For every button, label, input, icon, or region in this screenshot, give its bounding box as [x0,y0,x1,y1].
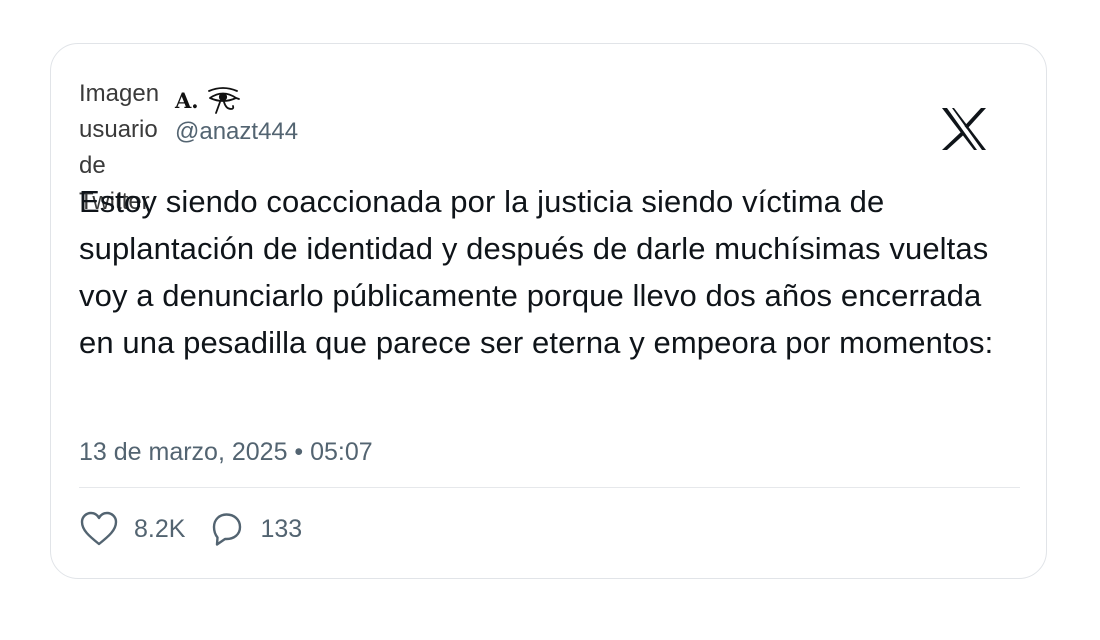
avatar-alt-word: Imagen [79,80,160,107]
like-button[interactable]: 8.2K [79,510,185,548]
tweet-timestamp[interactable]: 13 de marzo, 2025 • 05:07 [79,438,373,467]
reply-button[interactable]: 133 [207,510,302,548]
user-info[interactable]: A. @anazt444 [175,84,298,146]
reply-count: 133 [260,514,303,543]
heart-icon [79,510,119,548]
like-count: 8.2K [134,514,186,543]
x-logo-icon[interactable] [939,104,989,154]
tweet-actions: 8.2K 133 [79,509,324,549]
display-name[interactable]: A. [175,88,199,113]
tweet-header: Imagen usuario de Twitter A. @anazt444 [79,76,1019,215]
display-name-row: A. [175,84,298,116]
divider [79,487,1020,488]
eye-of-horus-icon [205,85,241,115]
user-handle[interactable]: @anazt444 [175,118,298,146]
comment-bubble-icon [207,510,245,548]
tweet-card: Imagen usuario de Twitter A. @anazt444 E… [50,43,1047,579]
tweet-text: Estoy siendo coaccionada por la justicia… [79,184,994,360]
avatar-alt-word: usuario [79,116,158,143]
